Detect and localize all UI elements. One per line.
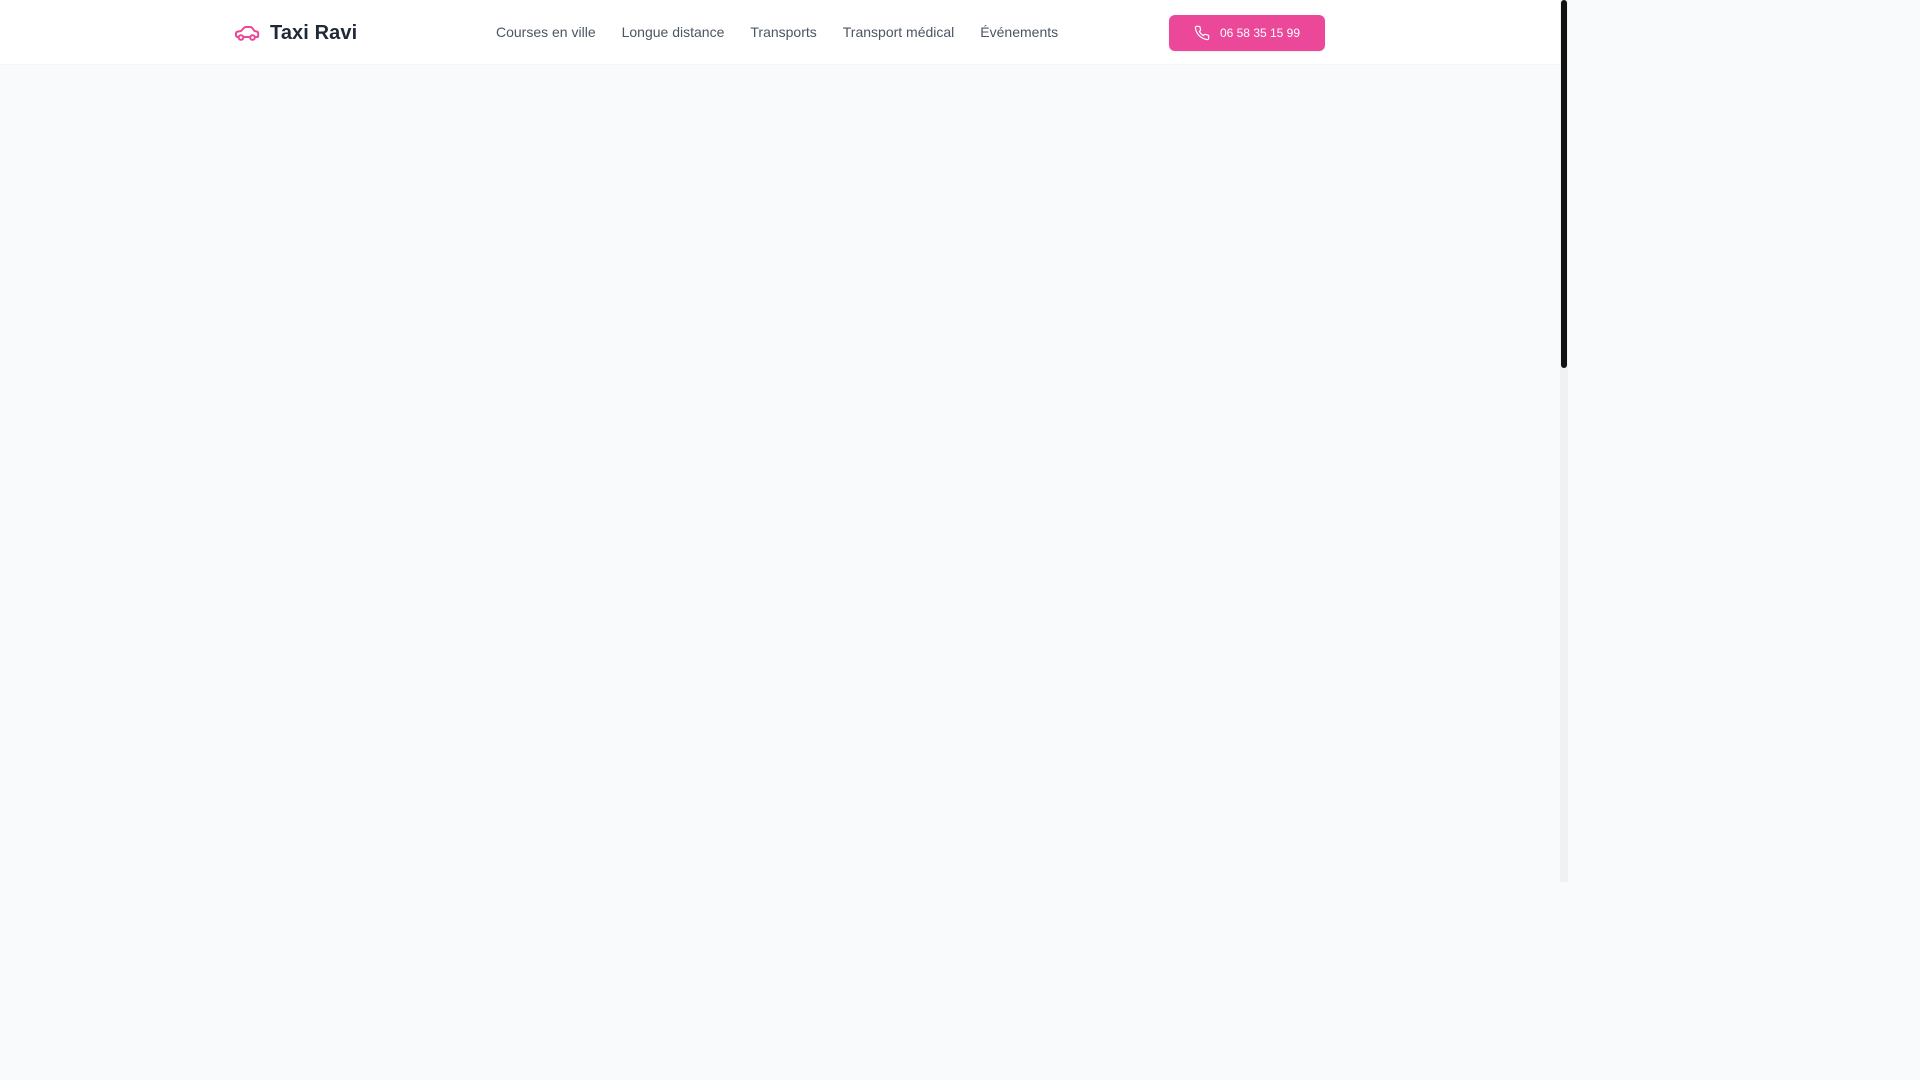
site-header: Taxi Ravi Courses en ville Longue distan… bbox=[0, 0, 1560, 65]
page-scrollbar[interactable] bbox=[1560, 0, 1568, 882]
nav-item-courses-en-ville[interactable]: Courses en ville bbox=[496, 22, 596, 42]
call-button[interactable]: 06 58 35 15 99 bbox=[1169, 15, 1325, 51]
nav-item-longue-distance[interactable]: Longue distance bbox=[622, 22, 725, 42]
car-icon bbox=[234, 23, 260, 43]
call-button-label: 06 58 35 15 99 bbox=[1219, 26, 1301, 40]
nav-item-transport-medical[interactable]: Transport médical bbox=[843, 22, 955, 42]
brand-name: Taxi Ravi bbox=[270, 21, 358, 44]
nav-item-transports[interactable]: Transports bbox=[750, 22, 816, 42]
phone-icon bbox=[1194, 25, 1210, 41]
main-nav: Courses en ville Longue distance Transpo… bbox=[496, 22, 1058, 42]
page: Taxi Ravi Courses en ville Longue distan… bbox=[0, 0, 1568, 882]
brand-logo-link[interactable]: Taxi Ravi bbox=[234, 18, 357, 48]
nav-item-evenements[interactable]: Événements bbox=[980, 22, 1058, 42]
scrollbar-thumb[interactable] bbox=[1561, 0, 1567, 368]
